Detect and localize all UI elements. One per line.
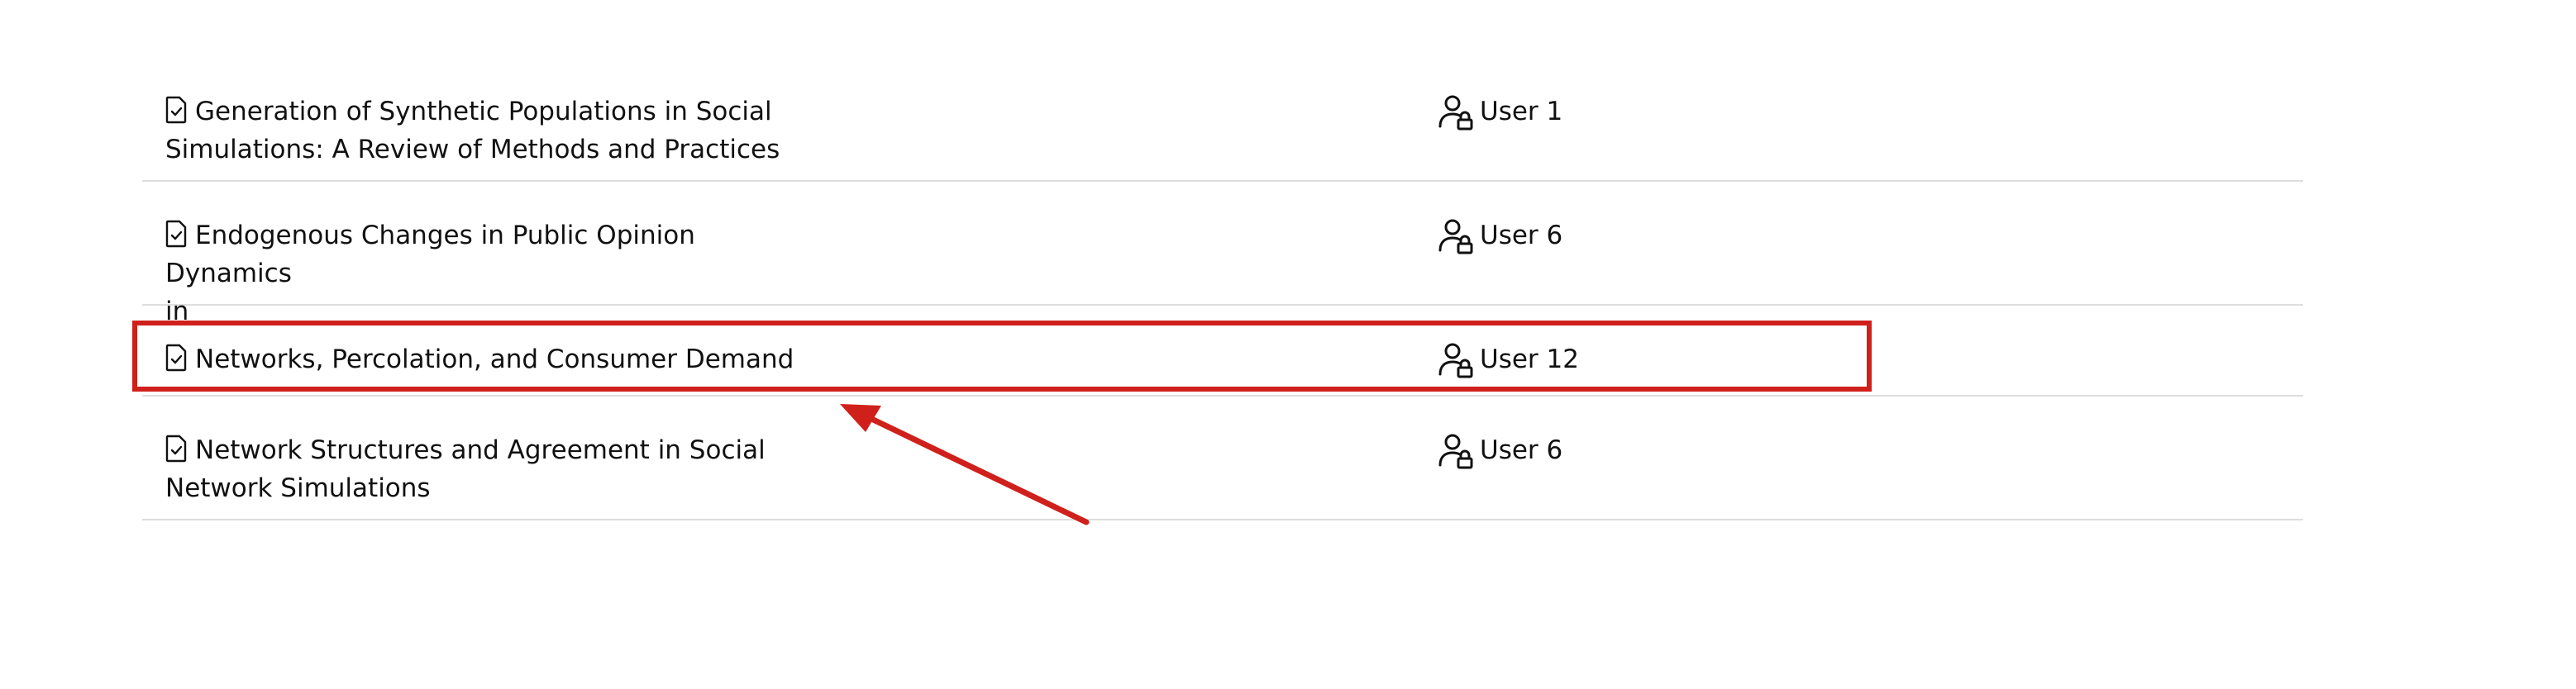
owner-name: User 12	[1480, 344, 1579, 374]
owner-cell: User 1	[1437, 93, 1562, 131]
owner-cell: User 6	[1437, 216, 1562, 255]
user-lock-icon	[1437, 432, 1475, 470]
document-title-line2: Network Simulations	[165, 473, 431, 503]
document-title[interactable]: Generation of Synthetic Populations in S…	[165, 93, 827, 169]
document-title-line1: Network Structures and Agreement in Soci…	[195, 435, 766, 465]
document-title[interactable]: Network Structures and Agreement in Soci…	[165, 431, 827, 507]
document-check-icon	[165, 220, 187, 248]
document-check-icon	[165, 435, 187, 463]
user-lock-icon	[1437, 217, 1475, 255]
table-row[interactable]: Networks, Percolation, and Consumer Dema…	[142, 306, 2303, 397]
document-check-icon	[165, 344, 187, 372]
document-title-line2: Simulations: A Review of Methods and Pra…	[165, 135, 780, 164]
owner-name: User 6	[1480, 221, 1563, 250]
document-title-line1: Networks, Percolation, and Consumer Dema…	[195, 344, 794, 374]
document-check-icon	[165, 96, 187, 124]
document-title-line1: Endogenous Changes in Public Opinion Dyn…	[165, 221, 695, 288]
owner-name: User 6	[1480, 435, 1563, 465]
table-row[interactable]: Endogenous Changes in Public Opinion Dyn…	[142, 182, 2303, 326]
user-lock-icon	[1437, 341, 1475, 379]
owner-cell: User 12	[1437, 340, 1579, 379]
documents-table: Generation of Synthetic Populations in S…	[142, 58, 2303, 520]
user-lock-icon	[1437, 93, 1475, 131]
document-title-line1: Generation of Synthetic Populations in S…	[195, 97, 772, 126]
document-title[interactable]: Networks, Percolation, and Consumer Dema…	[165, 340, 827, 378]
owner-cell: User 6	[1437, 431, 1562, 470]
owner-name: User 1	[1480, 97, 1563, 126]
table-row[interactable]: Network Structures and Agreement in Soci…	[142, 397, 2303, 520]
table-row[interactable]: Generation of Synthetic Populations in S…	[142, 58, 2303, 182]
